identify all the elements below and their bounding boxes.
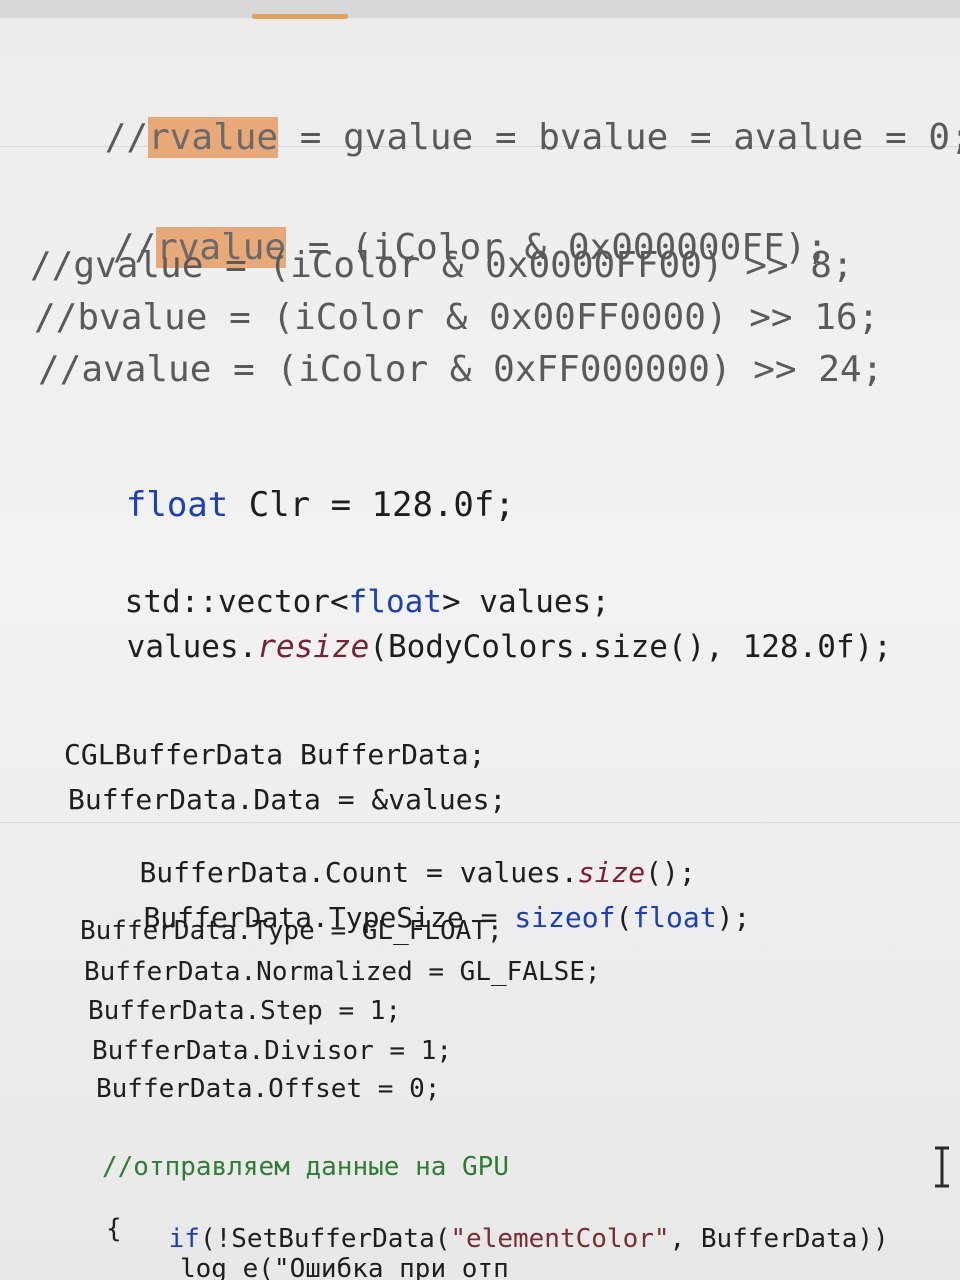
code-text: = gvalue = bvalue = avalue = 0; — [278, 117, 960, 158]
comment-prefix: // — [104, 117, 149, 158]
keyword: if — [168, 1224, 200, 1254]
code-text: (BodyColors.size(), 128.0f); — [369, 629, 892, 665]
code-line: { — [106, 1214, 122, 1244]
code-text: values. — [126, 629, 258, 665]
code-line: float Clr = 128.0f; — [44, 454, 515, 556]
keyword: float — [632, 901, 717, 934]
code-line: BufferData.Offset = 0; — [96, 1074, 441, 1104]
string-literal: "elementColor" — [450, 1224, 670, 1254]
code-line: CGLBufferData BufferData; — [64, 738, 486, 771]
code-line: BufferData.Divisor = 1; — [92, 1036, 453, 1066]
code-line: BufferData.Type = GL_FLOAT; — [80, 916, 503, 946]
code-text: ); — [716, 901, 751, 934]
code-text: ( — [615, 901, 633, 934]
code-line: BufferData.Data = &values; — [68, 783, 507, 816]
active-tab-indicator — [252, 14, 348, 19]
code-line: //bvalue = (iColor & 0x00FF0000) >> 16; — [34, 297, 880, 338]
text-cursor-icon — [935, 1146, 949, 1188]
code-line: //отправляем данные на GPU — [102, 1152, 509, 1182]
code-text: Clr = 128.0f; — [228, 485, 515, 525]
code-line: //gvalue = (iColor & 0x0000FF00) >> 8; — [30, 245, 854, 286]
code-line: values.resize(BodyColors.size(), 128.0f)… — [52, 601, 892, 694]
code-line: BufferData.Step = 1; — [88, 996, 402, 1026]
code-line: log_e("Ошибка при отп — [180, 1254, 509, 1280]
keyword: sizeof — [514, 901, 616, 934]
keyword: float — [125, 485, 229, 525]
code-editor[interactable]: //rvalue = gvalue = bvalue = avalue = 0;… — [0, 0, 960, 1280]
code-line: //rvalue = gvalue = bvalue = avalue = 0; — [18, 84, 960, 192]
code-line: BufferData.Normalized = GL_FALSE; — [84, 957, 601, 987]
code-line: //avalue = (iColor & 0xFF000000) >> 24; — [38, 349, 884, 390]
function-name: resize — [257, 629, 370, 665]
code-text: , BufferData)) — [669, 1224, 889, 1254]
search-highlight: rvalue — [148, 117, 279, 158]
line-separator — [0, 822, 960, 823]
editor-top-bar — [0, 0, 960, 18]
code-text: (!SetBufferData( — [199, 1224, 451, 1254]
